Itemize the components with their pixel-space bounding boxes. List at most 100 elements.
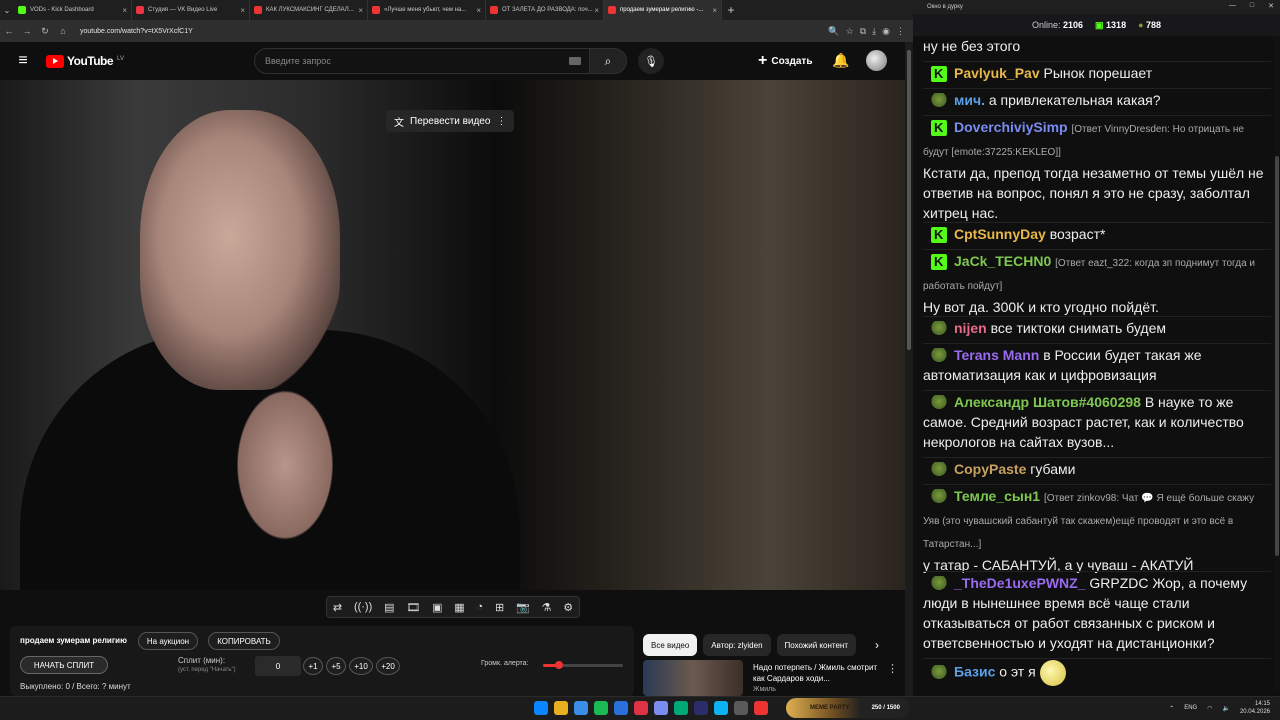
audio-icon[interactable]: ((·)) [354,601,372,613]
recommended-title[interactable]: Надо потерпеть / Жмиль смотрит как Сарда… [753,662,883,684]
more-options-icon[interactable]: ⋮ [496,116,506,127]
alert-volume-slider[interactable] [543,661,623,669]
close-tab-icon[interactable]: × [240,6,245,15]
browser-tab[interactable]: КАК ЛУКСМАКСИНГ СДЕЛАЛ... × [250,0,368,20]
page-scrollbar[interactable] [905,42,913,696]
forward-icon[interactable]: → [18,26,36,36]
pip-icon[interactable]: ▣ [432,601,442,614]
browser-tab[interactable]: «Лучше меня убьют, чем на... × [368,0,486,20]
chat-username[interactable]: Александр Шатов#4060298 [954,394,1141,410]
filter-chip[interactable]: Все видео [643,634,698,656]
chat-username[interactable]: мич. [954,92,985,108]
notifications-bell-icon[interactable]: 🔔 [832,52,849,69]
increment-10-button[interactable]: +10 [349,657,373,675]
clip-icon[interactable]: ⊞ [495,601,504,614]
taskbar-app-icon[interactable] [734,701,748,715]
browser-tab[interactable]: VODs - Kick Dashboard × [14,0,132,20]
back-icon[interactable]: ← [0,26,18,36]
chat-username[interactable]: nijen [954,320,987,336]
chat-username[interactable]: _TheDe1uxePWNZ_ [954,575,1085,591]
close-tab-icon[interactable]: × [712,6,717,15]
hamburger-menu-icon[interactable]: ≡ [0,52,46,70]
chat-scrollbar[interactable] [1274,36,1280,692]
split-minutes-input[interactable]: 0 [255,656,301,676]
cinema-icon[interactable]: ▦ [454,601,464,614]
maximize-icon[interactable]: □ [1250,2,1254,10]
search-input[interactable]: Введите запрос [254,48,590,74]
chat-username[interactable]: JaCk_TECHN0 [954,253,1051,269]
tab-list-icon[interactable]: ⌄ [0,6,14,15]
chat-username[interactable]: CptSunnyDay [954,226,1046,242]
video-player[interactable]: 文 Перевести видео ⋮ [0,80,905,590]
url-field[interactable]: youtube.com/watch?v=tX5VrXcfC1Y [80,28,193,35]
close-tab-icon[interactable]: × [594,6,599,15]
speed-icon[interactable]: ◔ [477,601,484,613]
browser-menu-icon[interactable]: ⋮ [896,26,905,37]
taskbar-app-icon[interactable] [554,701,568,715]
download-icon[interactable]: ⤓ [872,26,876,37]
taskbar-app-icon[interactable] [574,701,588,715]
taskbar-app-icon[interactable] [594,701,608,715]
taskbar-app-icon[interactable] [714,701,728,715]
close-tab-icon[interactable]: × [358,6,363,15]
chat-username[interactable]: Terans Mann [954,347,1039,363]
taskbar-app-icon[interactable] [694,701,708,715]
taskbar-app-icon[interactable] [654,701,668,715]
bookmark-icon[interactable]: ☆ [846,26,854,37]
wifi-icon[interactable]: ◠ [1207,705,1212,712]
close-icon[interactable]: ✕ [1268,2,1274,10]
language-indicator[interactable]: ENG [1184,705,1197,711]
reload-icon[interactable]: ↻ [36,26,54,37]
close-tab-icon[interactable]: × [122,6,127,15]
new-tab-button[interactable]: + [722,3,740,17]
recommended-video[interactable]: Надо потерпеть / Жмиль смотрит как Сарда… [643,660,905,696]
increment-5-button[interactable]: +5 [326,657,346,675]
chevron-up-icon[interactable]: ⌃ [1169,705,1174,712]
avatar[interactable] [866,50,887,71]
chat-username[interactable]: DoverchiviySimp [954,119,1068,135]
lab-icon[interactable]: ⚗ [542,601,552,614]
meme-party-widget[interactable]: MEME PARTY 250 / 1500 [786,698,910,718]
create-button[interactable]: + Создать [758,48,812,74]
auction-button[interactable]: На аукцион [138,632,198,650]
chat-username[interactable]: Pavlyuk_Pav [954,65,1040,81]
browser-tab[interactable]: ОТ ЗАЛЕТА ДО РАЗВОДА: поч... × [486,0,604,20]
home-icon[interactable]: ⌂ [54,26,72,36]
loop-icon[interactable]: ⇄ [333,601,342,614]
clock[interactable]: 14:15 20.04.2026 [1240,700,1270,716]
alert-volume-knob[interactable] [555,661,563,669]
filter-chip[interactable]: Похожий контент [776,634,856,656]
taskbar-app-icon[interactable] [634,701,648,715]
browser-tab[interactable]: продаем зумерам религию -... × [604,0,722,20]
settings-gear-icon[interactable]: ⚙ [563,601,573,614]
chat-username[interactable]: Темле_сын1 [954,488,1040,504]
taskbar-app-icon[interactable] [534,701,548,715]
screenshot-icon[interactable]: 📷 [516,601,530,614]
start-split-button[interactable]: НАЧАТЬ СПЛИТ [20,656,108,674]
increment-1-button[interactable]: +1 [303,657,323,675]
copy-button[interactable]: КОПИРОВАТЬ [208,632,280,650]
playlist-icon[interactable]: ▤ [384,601,394,614]
extensions-icon[interactable]: ⧉ [860,26,866,37]
zoom-icon[interactable]: 🔍 [828,26,839,37]
profile-icon[interactable]: ◉ [882,26,890,37]
increment-20-button[interactable]: +20 [376,657,400,675]
taskbar-app-icon[interactable] [754,701,768,715]
keyboard-icon[interactable] [569,57,581,65]
chat-username[interactable]: Базис [954,664,995,680]
chat-username[interactable]: CopyPaste [954,461,1026,477]
video-thumbnail[interactable] [643,660,743,696]
filter-chip[interactable]: Автор: zlyiden [703,634,771,656]
browser-tab[interactable]: Студия — VK Видео Live × [132,0,250,20]
youtube-logo[interactable]: YouTube LV [46,54,124,68]
chevron-right-icon[interactable]: › [875,638,879,652]
volume-icon[interactable]: 🔈 [1222,705,1229,712]
minimize-icon[interactable]: — [1229,2,1236,10]
taskbar-app-icon[interactable] [674,701,688,715]
more-options-icon[interactable]: ⋮ [887,662,898,675]
taskbar-app-icon[interactable] [614,701,628,715]
close-tab-icon[interactable]: × [476,6,481,15]
search-button[interactable]: ⌕ [589,48,627,74]
voice-search-button[interactable]: 🎙 [638,48,664,74]
chat-scrollbar-thumb[interactable] [1275,156,1279,556]
